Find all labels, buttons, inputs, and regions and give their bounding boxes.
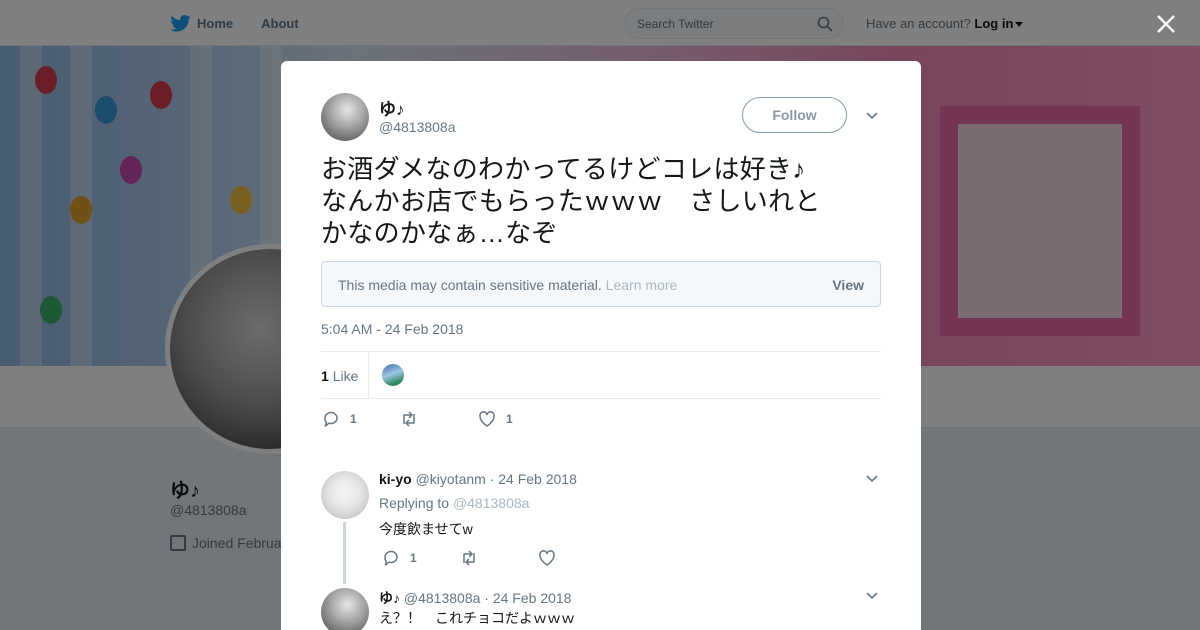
sensitive-media-text: This media may contain sensitive materia… — [338, 277, 602, 293]
thread-connector — [343, 522, 346, 584]
stats-divider — [368, 352, 369, 398]
view-media-button[interactable]: View — [832, 277, 864, 293]
like-count-label: Like — [332, 368, 359, 384]
tweet-timestamp[interactable]: 5:04 AM - 24 Feb 2018 — [321, 321, 463, 337]
chevron-down-icon[interactable] — [866, 592, 878, 600]
reply-date[interactable]: · 24 Feb 2018 — [490, 471, 577, 487]
follow-button[interactable]: Follow — [742, 97, 847, 133]
heart-icon — [539, 550, 555, 566]
reply-author-name[interactable]: ki-yo — [379, 471, 412, 487]
reply-header: ゆ♪ @4813808a · 24 Feb 2018 — [379, 588, 571, 608]
replying-to: Replying to @4813808a — [379, 495, 529, 511]
reply-text: 今度飲ませてw — [379, 521, 473, 537]
like-button[interactable]: 1 — [478, 410, 556, 428]
like-button[interactable] — [538, 549, 616, 567]
reply-button[interactable]: 1 — [322, 410, 400, 428]
reply-icon — [324, 411, 338, 427]
retweet-icon — [403, 411, 415, 427]
like-count-number: 1 — [321, 368, 329, 384]
retweet-button[interactable] — [460, 549, 538, 567]
tweet-text-line: お酒ダメなのわかってるけどコレは好き♪ — [321, 154, 806, 184]
reply-author-handle[interactable]: @kiyotanm — [416, 471, 486, 487]
reply-button[interactable]: 1 — [382, 549, 460, 567]
liker-avatar[interactable] — [381, 363, 405, 387]
reply-header: ki-yo @kiyotanm · 24 Feb 2018 — [379, 471, 577, 487]
tweet-author-handle[interactable]: @4813808a — [379, 119, 456, 135]
tweet-author-avatar[interactable] — [321, 93, 369, 141]
chevron-down-icon[interactable] — [866, 112, 878, 120]
heart-icon — [479, 411, 495, 427]
reply-text: え？！ これチョコだよｗｗｗ — [379, 610, 575, 626]
reply-date[interactable]: · 24 Feb 2018 — [484, 590, 571, 606]
tweet-text-line: かなのかなぁ…なぞ — [321, 218, 558, 248]
reply-count: 1 — [410, 551, 417, 565]
reply-author-handle[interactable]: @4813808a — [404, 590, 481, 606]
reply-actions: 1 — [382, 549, 616, 567]
reply-count: 1 — [350, 412, 357, 426]
tweet-text-line: なんかお店でもらったｗｗｗ さしいれと — [321, 186, 821, 216]
reply-author-avatar[interactable] — [321, 471, 369, 519]
reply-author-avatar[interactable] — [321, 588, 369, 630]
tweet-text: お酒ダメなのわかってるけどコレは好き♪ なんかお店でもらったｗｗｗ さしいれと … — [321, 153, 881, 249]
tweet-author-name[interactable]: ゆ♪ — [379, 95, 405, 120]
tweet-modal: ゆ♪ @4813808a Follow お酒ダメなのわかってるけどコレは好き♪ … — [281, 61, 921, 630]
replying-to-link[interactable]: @4813808a — [453, 495, 530, 511]
reply-icon — [384, 550, 398, 566]
learn-more-link[interactable]: Learn more — [606, 277, 678, 293]
tweet-stats: 1 Like — [321, 351, 881, 399]
reply-author-name[interactable]: ゆ♪ — [379, 590, 400, 606]
tweet-actions: 1 1 — [322, 410, 556, 428]
like-count[interactable]: 1 Like — [321, 368, 358, 384]
like-action-count: 1 — [506, 412, 513, 426]
close-icon[interactable] — [1156, 14, 1176, 34]
retweet-button[interactable] — [400, 410, 478, 428]
sensitive-media-notice: This media may contain sensitive materia… — [321, 261, 881, 307]
replying-to-prefix: Replying to — [379, 495, 450, 511]
chevron-down-icon[interactable] — [866, 475, 878, 483]
retweet-icon — [463, 550, 475, 566]
